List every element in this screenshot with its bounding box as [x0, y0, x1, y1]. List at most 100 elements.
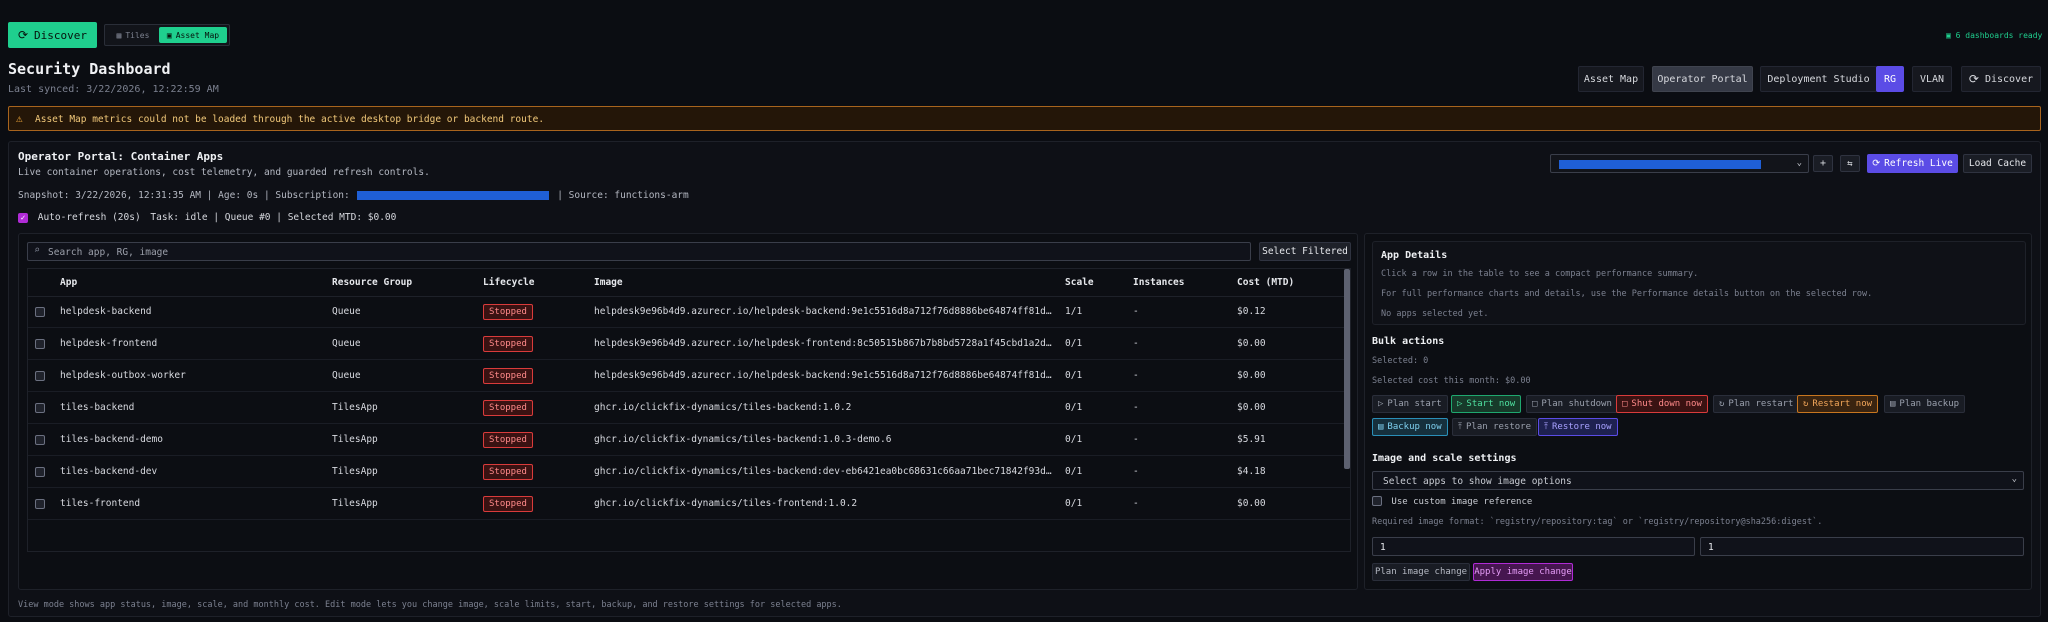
plan-start-button[interactable]: ▷ Plan start	[1372, 395, 1448, 413]
header-discover-button[interactable]: ⟳ Discover	[1961, 66, 2041, 92]
grid-icon: ▦	[116, 30, 122, 40]
restore-now-button[interactable]: ⤒ Restore now	[1538, 418, 1618, 436]
load-cache-button[interactable]: Load Cache	[1963, 154, 2032, 173]
apps-table: App Resource Group Lifecycle Image Scale…	[27, 268, 1351, 552]
row-checkbox[interactable]	[35, 467, 45, 477]
start-now-button[interactable]: ▷ Start now	[1451, 395, 1522, 413]
max-replicas-input[interactable]: 1	[1700, 537, 2024, 556]
map-icon: ▣	[166, 30, 172, 40]
search-icon: ⌕	[34, 245, 41, 256]
plan-backup-label: Plan backup	[1899, 399, 1960, 409]
apply-image-change-button[interactable]: Apply image change	[1473, 563, 1573, 581]
table-row[interactable]: helpdesk-frontend Queue Stopped helpdesk9e9…	[28, 329, 1350, 360]
row-checkbox[interactable]	[35, 403, 45, 413]
col-image: Image	[594, 277, 623, 288]
apps-table-panel: ⌕ Search app, RG, image Select Filtered …	[18, 233, 1358, 590]
col-app: App	[60, 277, 78, 288]
warning-icon: ⚠	[16, 112, 23, 125]
warning-text: Asset Map metrics could not be loaded th…	[35, 114, 545, 125]
cell-lifecycle: Stopped	[483, 393, 583, 423]
row-checkbox[interactable]	[35, 499, 45, 509]
cell-scale: 0/1	[1065, 466, 1083, 477]
cell-lifecycle: Stopped	[483, 425, 583, 455]
task-status: Task: idle | Queue #0 | Selected MTD: $0…	[150, 212, 397, 223]
table-row[interactable]: helpdesk-outbox-worker Queue Stopped helpde…	[28, 361, 1350, 392]
backup-now-button[interactable]: ▤ Backup now	[1372, 418, 1448, 436]
table-scrollbar[interactable]	[1344, 269, 1350, 469]
custom-image-checkbox[interactable]	[1372, 496, 1382, 506]
subscription-select[interactable]: ⌄	[1550, 154, 1809, 173]
cell-scale: 1/1	[1065, 306, 1083, 317]
swap-button[interactable]: ⇆	[1840, 155, 1860, 172]
cell-scale: 0/1	[1065, 338, 1083, 349]
cell-image: helpdesk9e96b4d9.azurecr.io/helpdesk-bac…	[594, 306, 1057, 317]
nav-rg[interactable]: RG	[1876, 66, 1904, 92]
table-row[interactable]: tiles-backend-dev TilesApp Stopped ghcr.io/…	[28, 457, 1350, 488]
min-replicas-input[interactable]: 1	[1372, 537, 1695, 556]
footer-note: View mode shows app status, image, scale…	[18, 600, 842, 610]
row-checkbox[interactable]	[35, 339, 45, 349]
cell-resource-group: TilesApp	[332, 466, 378, 477]
tab-tiles[interactable]: ▦ Tiles	[107, 27, 159, 43]
search-input[interactable]: ⌕ Search app, RG, image	[27, 242, 1251, 261]
subscription-select-redacted	[1559, 160, 1761, 169]
discover-label: Discover	[34, 28, 88, 42]
restart-icon: ↻	[1719, 399, 1725, 409]
subscription-redacted	[357, 191, 550, 200]
tab-asset-map[interactable]: ▣ Asset Map	[159, 27, 227, 43]
plan-restart-button[interactable]: ↻ Plan restart	[1713, 395, 1800, 413]
refresh-icon: ⟳	[1968, 72, 1979, 86]
discover-button[interactable]: ⟳ Discover	[8, 22, 97, 48]
image-select[interactable]: Select apps to show image options ⌄	[1372, 471, 2024, 490]
table-row[interactable]: tiles-frontend TilesApp Stopped ghcr.io/cli…	[28, 489, 1350, 520]
cell-app: helpdesk-frontend	[60, 338, 158, 349]
plan-backup-button[interactable]: ▤ Plan backup	[1884, 395, 1966, 413]
restart-now-label: Restart now	[1812, 399, 1873, 409]
table-row[interactable]: helpdesk-backend Queue Stopped helpdesk9e96…	[28, 297, 1350, 328]
status-badge: Stopped	[483, 496, 533, 512]
status-badge: Stopped	[483, 432, 533, 448]
nav-deployment-studio[interactable]: Deployment Studio	[1760, 66, 1877, 92]
app-details-box: App Details Click a row in the table to …	[1372, 241, 2026, 325]
snapshot-line: Snapshot: 3/22/2026, 12:31:35 AM | Age: …	[18, 190, 689, 201]
custom-image-label: Use custom image reference	[1391, 496, 1533, 507]
cell-image: helpdesk9e96b4d9.azurecr.io/helpdesk-fro…	[594, 338, 1057, 349]
nav-vlan[interactable]: VLAN	[1912, 66, 1952, 92]
nav-asset-map[interactable]: Asset Map	[1578, 66, 1644, 92]
cell-instances: -	[1133, 466, 1139, 477]
status-dot-icon: ▣	[1946, 31, 1951, 40]
custom-image-row: Use custom image reference	[1372, 496, 1532, 507]
chevron-down-icon: ⌄	[1796, 158, 1802, 168]
cell-cost: $4.18	[1237, 466, 1266, 477]
view-toggle: ▦ Tiles ▣ Asset Map	[104, 24, 230, 46]
autorefresh-checkbox[interactable]: ✓	[18, 212, 28, 223]
plan-shutdown-button[interactable]: □ Plan shutdown	[1526, 395, 1618, 413]
row-checkbox[interactable]	[35, 435, 45, 445]
last-synced: Last synced: 3/22/2026, 12:22:59 AM	[8, 84, 219, 95]
bulk-title: Bulk actions	[1372, 336, 1445, 347]
row-checkbox[interactable]	[35, 371, 45, 381]
cell-instances: -	[1133, 306, 1139, 317]
dashboards-ready-status: ▣ 6 dashboards ready	[1946, 31, 2042, 40]
plan-restore-button[interactable]: ⤒ Plan restore	[1452, 418, 1538, 436]
refresh-live-button[interactable]: ⟳ Refresh Live	[1867, 154, 1958, 173]
shut-down-now-button[interactable]: □ Shut down now	[1616, 395, 1708, 413]
plan-image-change-button[interactable]: Plan image change	[1372, 563, 1470, 581]
cell-app: tiles-backend-dev	[60, 466, 158, 477]
plan-restore-label: Plan restore	[1465, 422, 1532, 432]
table-row[interactable]: tiles-backend-demo TilesApp Stopped ghcr.io…	[28, 425, 1350, 456]
cell-cost: $0.00	[1237, 498, 1266, 509]
restart-now-button[interactable]: ↻ Restart now	[1797, 395, 1879, 413]
backup-icon: ▤	[1890, 399, 1896, 409]
header-discover-label: Discover	[1984, 73, 2034, 85]
cell-scale: 0/1	[1065, 434, 1083, 445]
nav-operator-portal[interactable]: Operator Portal	[1652, 66, 1753, 92]
status-badge: Stopped	[483, 464, 533, 480]
backup-icon: ▤	[1378, 422, 1384, 432]
add-button[interactable]: +	[1813, 155, 1833, 172]
play-icon: ▷	[1378, 399, 1384, 409]
select-filtered-button[interactable]: Select Filtered	[1259, 242, 1351, 261]
col-lifecycle: Lifecycle	[483, 277, 535, 288]
row-checkbox[interactable]	[35, 307, 45, 317]
table-row[interactable]: tiles-backend TilesApp Stopped ghcr.io/clic…	[28, 393, 1350, 424]
